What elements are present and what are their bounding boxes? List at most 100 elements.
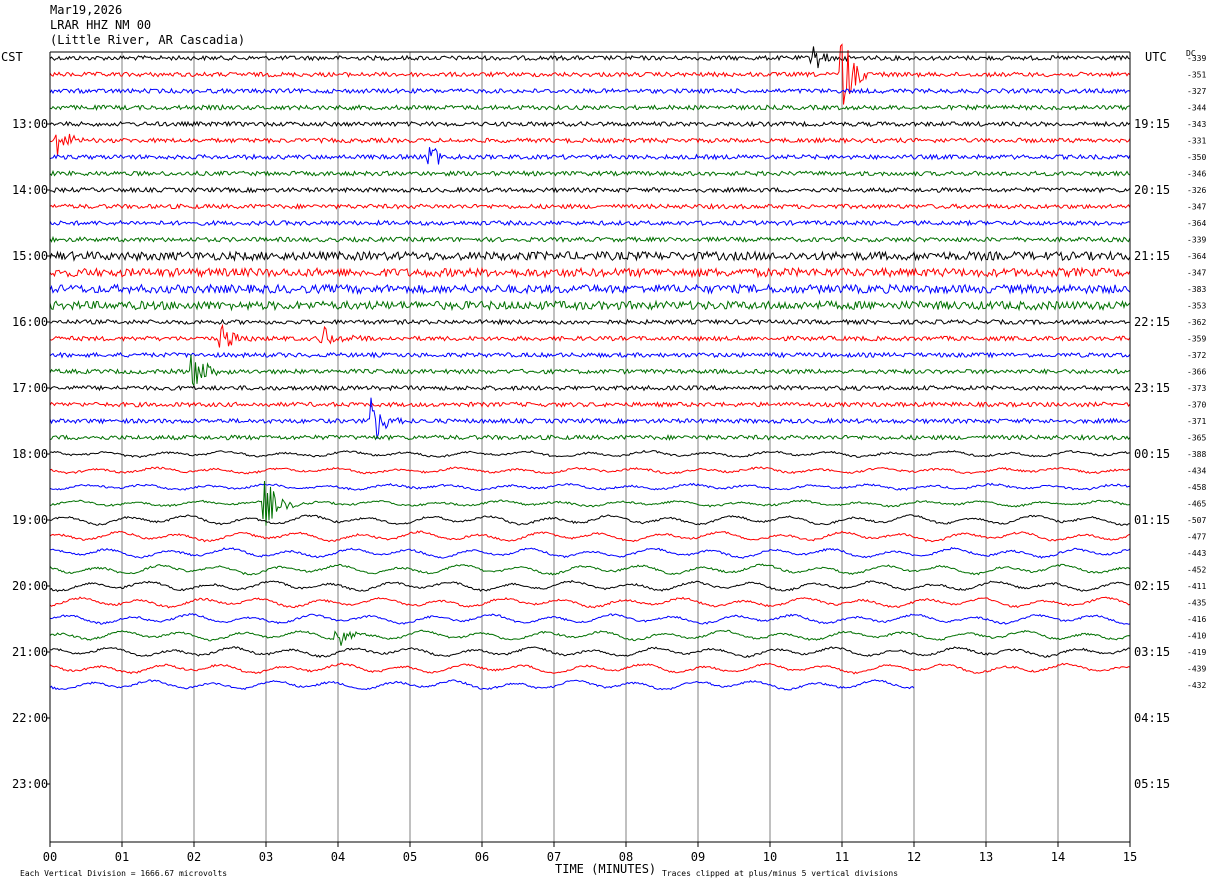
seismic-trace (49, 46, 1131, 69)
seismic-trace (49, 397, 1131, 439)
right-hour-label: 21:15 (1134, 249, 1170, 263)
dc-offset-label: -370 (1187, 401, 1206, 410)
dc-offset-label: -435 (1187, 599, 1206, 608)
dc-offset-label: -507 (1187, 516, 1206, 525)
left-hour-label: 15:00 (12, 249, 48, 263)
x-tick-label: 04 (331, 850, 345, 864)
x-tick-label: 05 (403, 850, 417, 864)
dc-label: DC (1186, 49, 1196, 58)
footer-clip-note: Traces clipped at plus/minus 5 vertical … (662, 869, 898, 878)
dc-offset-label: -331 (1187, 137, 1206, 146)
dc-offset-label: -339 (1187, 236, 1206, 245)
right-hour-label: 02:15 (1134, 579, 1170, 593)
dc-offset-label: -343 (1187, 120, 1206, 129)
dc-offset-label: -416 (1187, 615, 1206, 624)
right-hour-label: 20:15 (1134, 183, 1170, 197)
seismic-trace (49, 612, 1131, 625)
x-tick-label: 15 (1123, 850, 1137, 864)
seismic-trace (49, 202, 1131, 211)
seismic-trace (49, 384, 1131, 392)
seismic-trace (49, 351, 1131, 359)
seismic-trace (49, 120, 1131, 128)
x-tick-label: 12 (907, 850, 921, 864)
chart-grid (121, 52, 1059, 842)
right-hour-label: 19:15 (1134, 117, 1170, 131)
seismic-trace (49, 482, 1131, 492)
right-hour-label: 01:15 (1134, 513, 1170, 527)
dc-offset-label: -347 (1187, 203, 1206, 212)
dc-offset-label: -362 (1187, 318, 1206, 327)
right-hour-label: 23:15 (1134, 381, 1170, 395)
seismic-trace (49, 354, 1131, 388)
dc-offset-label: -388 (1187, 450, 1206, 459)
dc-offset-label: -346 (1187, 170, 1206, 179)
seismic-trace (49, 299, 1131, 312)
seismic-trace (49, 579, 1130, 593)
seismic-trace (49, 235, 1131, 243)
left-hour-label: 18:00 (12, 447, 48, 461)
dc-offset-label: -371 (1187, 417, 1206, 426)
seismic-trace (49, 514, 1130, 526)
left-hour-label: 20:00 (12, 579, 48, 593)
left-hour-label: 17:00 (12, 381, 48, 395)
x-tick-label: 01 (115, 850, 129, 864)
x-tick-label: 11 (835, 850, 849, 864)
dc-offset-label: -465 (1187, 500, 1206, 509)
seismic-trace (49, 43, 1131, 105)
x-tick-label: 09 (691, 850, 705, 864)
dc-offset-label: -372 (1187, 351, 1206, 360)
left-hour-label: 13:00 (12, 117, 48, 131)
seismic-trace (49, 169, 1131, 177)
dc-offset-label: -326 (1187, 186, 1206, 195)
dc-offset-label: -327 (1187, 87, 1206, 96)
seismic-trace (49, 323, 1131, 348)
seismic-trace (49, 186, 1131, 194)
seismic-trace (49, 530, 1131, 543)
seismic-trace (49, 147, 1131, 165)
dc-offset-label: -477 (1187, 533, 1206, 542)
left-hour-label: 16:00 (12, 315, 48, 329)
x-tick-label: 03 (259, 850, 273, 864)
seismic-trace (49, 103, 1131, 112)
dc-offset-label: -344 (1187, 104, 1206, 113)
dc-offset-label: -410 (1187, 632, 1206, 641)
seismic-trace (49, 283, 1131, 295)
seismic-trace (49, 449, 1131, 459)
seismic-trace (49, 646, 1131, 658)
dc-offset-label: -351 (1187, 71, 1206, 80)
seismic-trace (49, 466, 1131, 475)
x-tick-label: 10 (763, 850, 777, 864)
left-hour-label: 22:00 (12, 711, 48, 725)
dc-offset-label: -434 (1187, 467, 1206, 476)
dc-offset-label: -365 (1187, 434, 1206, 443)
seismic-trace (49, 219, 1131, 227)
right-hour-label: 03:15 (1134, 645, 1170, 659)
seismic-trace (49, 629, 1131, 646)
dc-offset-label: -364 (1187, 219, 1206, 228)
helicorder-chart: 00 01 02 03 04 05 06 07 08 09 10 11 12 13 14 1513:00 19:… (1, 43, 1206, 878)
seismic-trace (49, 87, 1131, 95)
left-hour-label: 23:00 (12, 777, 48, 791)
trace-group (49, 43, 1131, 691)
footer-scale-note: Each Vertical Division = 1666.67 microvo… (20, 869, 227, 878)
seismic-trace (49, 133, 1131, 156)
dc-offset-label: -347 (1187, 269, 1206, 278)
dc-offset-label: -458 (1187, 483, 1206, 492)
dc-offset-label: -443 (1187, 549, 1206, 558)
x-tick-label: 00 (43, 850, 57, 864)
x-tick-label: 14 (1051, 850, 1065, 864)
left-timezone-label: CST (1, 50, 23, 64)
dc-offset-label: -419 (1187, 648, 1206, 657)
right-hour-label: 22:15 (1134, 315, 1170, 329)
dc-offset-label: -411 (1187, 582, 1206, 591)
seismic-trace (49, 596, 1131, 609)
dc-offset-label: -364 (1187, 252, 1206, 261)
dc-offset-label: -452 (1187, 566, 1206, 575)
right-hour-label: 00:15 (1134, 447, 1170, 461)
dc-offset-label: -432 (1187, 681, 1206, 690)
dc-offset-label: -350 (1187, 153, 1206, 162)
left-hour-label: 21:00 (12, 645, 48, 659)
seismic-trace (49, 662, 1131, 675)
right-hour-label: 04:15 (1134, 711, 1170, 725)
x-tick-label: 06 (475, 850, 489, 864)
